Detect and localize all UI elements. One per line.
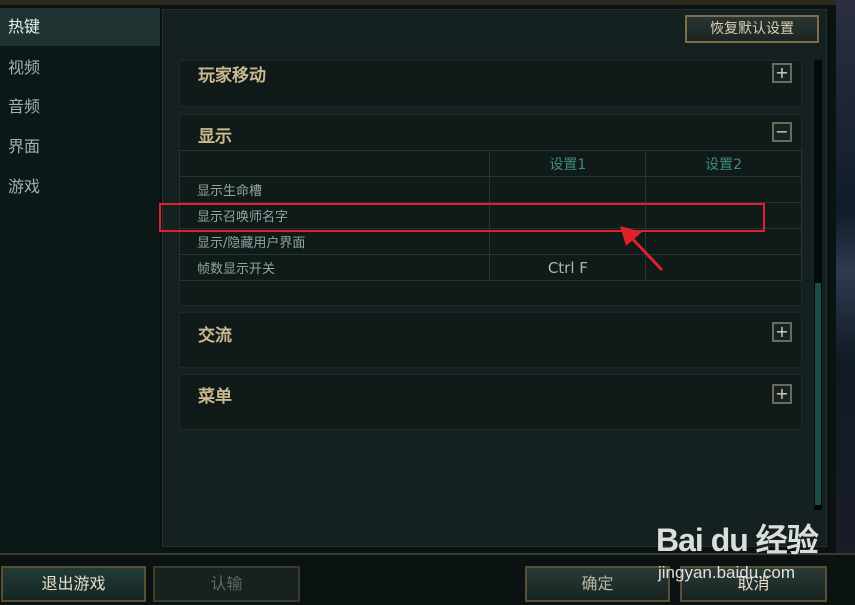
watermark-url: jingyan.baidu.com bbox=[658, 563, 796, 582]
confirm-button[interactable]: 确定 bbox=[525, 566, 670, 602]
settings-sidebar: 热键 视频 音频 界面 游戏 bbox=[0, 8, 160, 553]
restore-defaults-button[interactable]: 恢复默认设置 bbox=[685, 15, 819, 43]
sidebar-item-audio[interactable]: 音频 bbox=[0, 88, 160, 126]
hotkey-setting2-cell[interactable] bbox=[645, 176, 802, 203]
hotkey-action-label: 帧数显示开关 bbox=[178, 254, 491, 281]
annotation-arrow-icon bbox=[620, 226, 664, 272]
highlight-box bbox=[159, 203, 765, 232]
column-header-setting2: 设置2 bbox=[645, 150, 802, 177]
section-player-move: 玩家移动 + bbox=[179, 60, 802, 107]
section-title: 显示 bbox=[198, 127, 232, 147]
section-chat: 交流 + bbox=[179, 312, 802, 368]
column-header-setting1: 设置1 bbox=[489, 150, 647, 177]
table-header-row: 设置1 设置2 bbox=[178, 150, 802, 177]
hotkey-setting2-cell[interactable] bbox=[645, 228, 802, 255]
sidebar-item-video[interactable]: 视频 bbox=[0, 49, 160, 87]
expand-icon[interactable]: + bbox=[772, 63, 792, 83]
sidebar-item-game[interactable]: 游戏 bbox=[0, 168, 160, 206]
sidebar-item-interface[interactable]: 界面 bbox=[0, 128, 160, 166]
hotkey-action-label: 显示生命槽 bbox=[178, 176, 491, 203]
section-title: 菜单 bbox=[198, 387, 232, 407]
action-column-header bbox=[178, 150, 491, 177]
sidebar-item-hotkeys[interactable]: 热键 bbox=[0, 8, 160, 46]
table-row: 帧数显示开关 Ctrl F bbox=[178, 254, 802, 281]
section-title: 交流 bbox=[198, 326, 232, 346]
watermark-logo: Bai du 经验 bbox=[656, 522, 819, 558]
expand-icon[interactable]: + bbox=[772, 322, 792, 342]
collapse-icon[interactable]: − bbox=[772, 122, 792, 142]
exit-game-button[interactable]: 退出游戏 bbox=[1, 566, 146, 602]
section-menu: 菜单 + bbox=[179, 374, 802, 430]
section-title: 玩家移动 bbox=[198, 66, 266, 86]
expand-icon[interactable]: + bbox=[772, 384, 792, 404]
hotkey-setting1-cell[interactable] bbox=[489, 176, 647, 203]
hotkey-action-label: 显示/隐藏用户界面 bbox=[178, 228, 491, 255]
hotkey-setting2-cell[interactable] bbox=[645, 254, 802, 281]
table-row: 显示生命槽 bbox=[178, 176, 802, 203]
scrollbar-thumb[interactable] bbox=[815, 283, 821, 505]
window-top-frame bbox=[0, 0, 855, 5]
baidu-watermark: Bai du 经验 jingyan.baidu.com bbox=[656, 505, 836, 595]
table-row: 显示/隐藏用户界面 bbox=[178, 228, 802, 255]
background-art bbox=[836, 0, 855, 603]
surrender-button[interactable]: 认输 bbox=[153, 566, 300, 602]
